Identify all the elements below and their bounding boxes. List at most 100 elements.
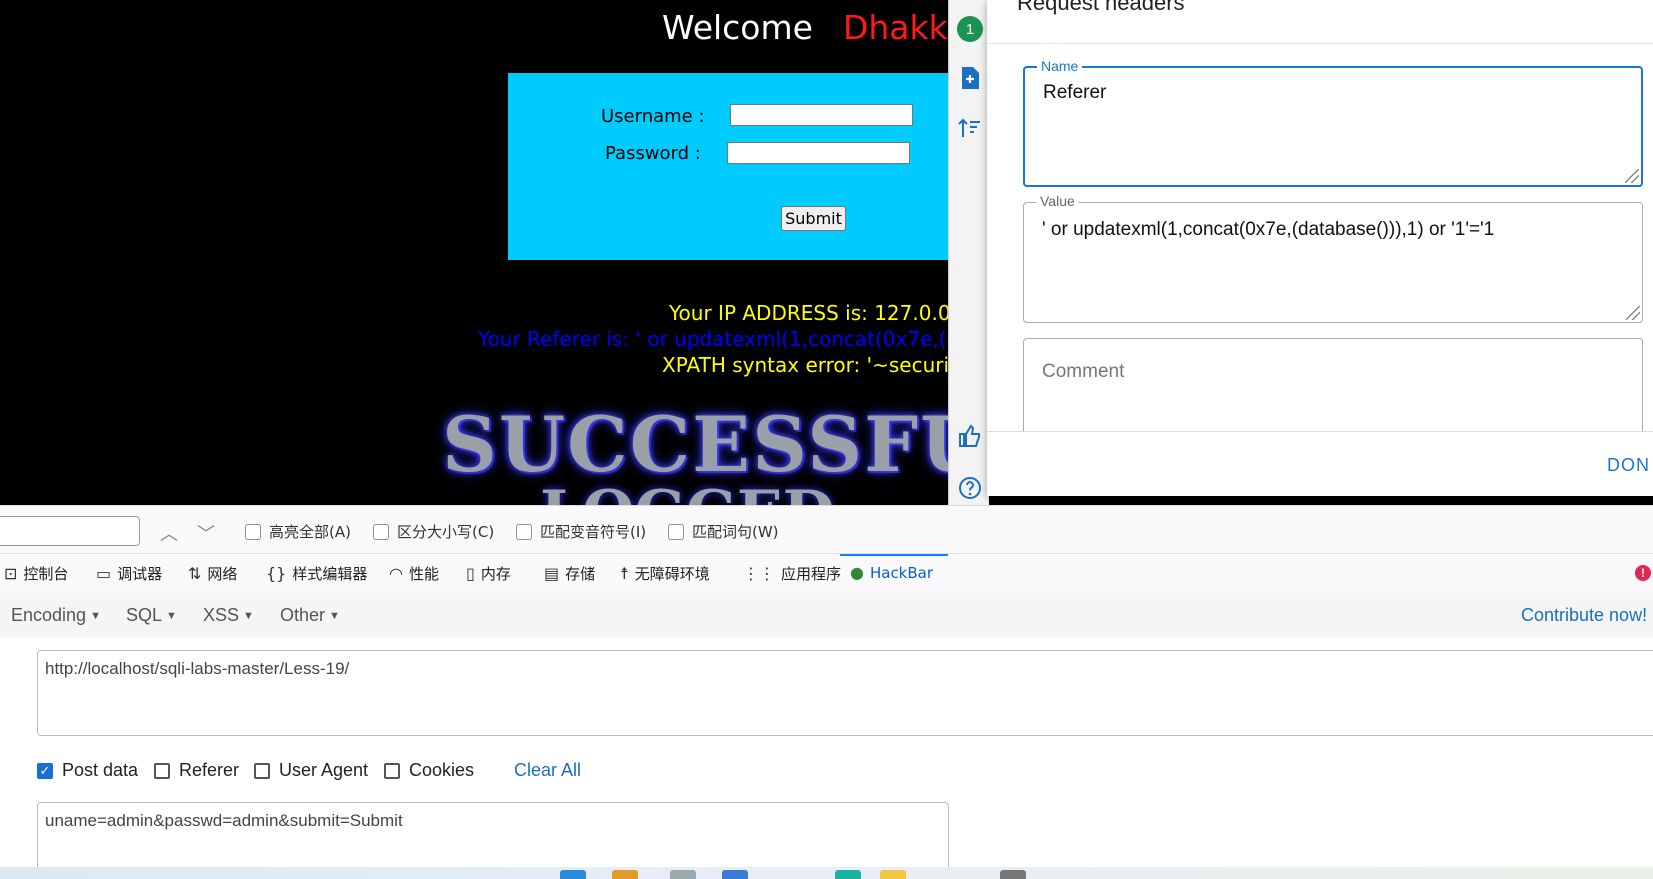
resize-handle[interactable] [1626,306,1640,320]
post-data-textarea[interactable]: uname=admin&passwd=admin&submit=Submit [37,802,949,872]
done-button[interactable]: DON [1607,455,1650,476]
taskbar-app-icon[interactable] [880,870,906,879]
whole-words-checkbox[interactable] [668,523,684,540]
menu-label: SQL [126,605,163,625]
tab-console[interactable]: ⊡ 控制台 [4,563,68,584]
comment-field[interactable]: Comment [1023,338,1643,431]
option-label: User Agent [279,760,369,780]
tab-label: HackBar [869,563,934,582]
option-label: Referer [179,760,240,780]
url-textarea[interactable]: http://localhost/sqli-labs-master/Less-1… [37,650,1653,736]
caret-down-icon: ▼ [329,610,340,622]
highlight-all-option[interactable]: 高亮全部(A) [245,521,351,542]
post-data-checkbox[interactable]: ✓ [37,762,53,779]
user-agent-option[interactable]: User Agent [254,760,368,781]
tab-accessibility[interactable]: ☨ 无障碍环境 [620,563,710,584]
taskbar-app-icon[interactable] [670,870,696,879]
taskbar-app-icon[interactable] [612,870,638,879]
header-name-field[interactable]: Name Referer [1023,58,1643,187]
referer-option[interactable]: Referer [154,760,239,781]
tab-label: 无障碍环境 [634,565,710,583]
cookies-option[interactable]: Cookies [384,760,474,781]
tab-performance[interactable]: ◠ 性能 [389,563,439,584]
request-headers-dialog: Request headers Name Referer Value ' or … [987,0,1653,496]
taskbar-app-icon[interactable] [835,870,861,879]
tab-label: 调试器 [117,565,163,583]
taskbar [0,867,1653,879]
post-data-option[interactable]: ✓ Post data [37,760,138,781]
password-input[interactable] [727,142,910,164]
xss-menu[interactable]: XSS ▼ [203,605,254,626]
cookies-checkbox[interactable] [384,762,400,779]
welcome-text: Welcome [662,8,813,47]
referer-text: Your Referer is: ' or updatexml(1,concat… [478,327,980,351]
tab-hackbar[interactable]: ● HackBar [850,563,933,582]
tab-label: 样式编辑器 [292,565,368,583]
error-icon[interactable]: ! [1635,565,1651,581]
menu-label: XSS [203,605,240,625]
xpath-error-text: XPATH syntax error: '~security [662,353,969,377]
resize-handle[interactable] [1625,169,1639,183]
username-label: Username : [601,106,705,127]
find-input[interactable] [0,516,140,546]
caret-down-icon: ▼ [90,610,101,622]
whole-words-label: 匹配词句(W) [692,523,779,541]
notification-badge[interactable]: 1 [957,16,983,42]
tab-memory[interactable]: ▯ 内存 [466,563,511,584]
tab-debugger[interactable]: ▭ 调试器 [96,563,162,584]
taskbar-app-icon[interactable] [1000,870,1026,879]
menu-label: Encoding [11,605,87,625]
tab-application[interactable]: ⋮⋮ 应用程序 [743,563,841,584]
tab-network[interactable]: ⇅ 网络 [188,563,237,584]
url-value: http://localhost/sqli-labs-master/Less-1… [45,659,350,678]
taskbar-app-icon[interactable] [560,870,586,879]
find-bar: ︿ ﹀ 高亮全部(A) 区分大小写(C) 匹配变音符号(I) 匹配词句(W) [0,505,1653,554]
value-field-value: ' or updatexml(1,concat(0x7e,(database()… [1042,219,1495,240]
encoding-menu[interactable]: Encoding ▼ [11,605,101,626]
header-value-field[interactable]: Value ' or updatexml(1,concat(0x7e,(data… [1023,193,1643,323]
match-diacritics-label: 匹配变音符号(I) [540,523,647,541]
match-case-checkbox[interactable] [373,523,389,540]
referer-checkbox[interactable] [154,762,170,779]
performance-icon: ◠ [389,564,403,583]
help-icon[interactable] [958,476,982,500]
name-field-value: Referer [1043,82,1107,103]
tab-storage[interactable]: ▤ 存储 [544,563,595,584]
username-input[interactable] [730,104,913,126]
application-icon: ⋮⋮ [743,564,775,583]
tab-label: 存储 [565,565,596,583]
match-case-option[interactable]: 区分大小写(C) [373,521,494,542]
add-file-icon[interactable] [958,66,982,90]
login-form [508,73,978,260]
ip-address-text: Your IP ADDRESS is: 127.0.0.1 [669,301,970,325]
option-label: Post data [62,760,139,780]
user-agent-checkbox[interactable] [254,762,270,779]
hackbar-icon: ● [850,563,864,582]
thumbs-up-icon[interactable] [958,424,982,448]
hackbar-menu-bar: Encoding ▼ SQL ▼ XSS ▼ Other ▼ Contribute no… [0,593,1653,638]
tab-label: 控制台 [23,565,69,583]
sql-menu[interactable]: SQL ▼ [126,605,177,626]
contribute-link[interactable]: Contribute now! H [1521,605,1653,626]
taskbar-app-icon[interactable] [722,870,748,879]
highlight-all-label: 高亮全部(A) [269,523,351,541]
dialog-footer-divider [987,431,1653,432]
clear-all-button[interactable]: Clear All [514,760,581,781]
sort-icon[interactable] [958,116,982,140]
logged-in-banner: LOGGED [540,478,835,505]
tab-label: 应用程序 [781,565,842,583]
whole-words-option[interactable]: 匹配词句(W) [668,521,779,542]
dialog-title: Request headers [1017,0,1185,15]
match-diacritics-checkbox[interactable] [516,523,532,540]
other-menu[interactable]: Other ▼ [280,605,340,626]
find-previous-icon[interactable]: ︿ [160,520,178,546]
match-diacritics-option[interactable]: 匹配变音符号(I) [516,521,646,542]
active-tab-indicator [840,554,948,556]
console-icon: ⊡ [4,564,18,583]
debugger-icon: ▭ [96,564,112,583]
highlight-all-checkbox[interactable] [245,523,261,540]
tab-style-editor[interactable]: {} 样式编辑器 [266,563,367,584]
find-next-icon[interactable]: ﹀ [197,520,215,546]
submit-button[interactable]: Submit [781,206,846,231]
devtools-tab-bar: ⊡ 控制台 ▭ 调试器 ⇅ 网络 {} 样式编辑器 ◠ 性能 ▯ 内存 ▤ 存储 ☨ 无障碍环境… [0,553,1653,595]
